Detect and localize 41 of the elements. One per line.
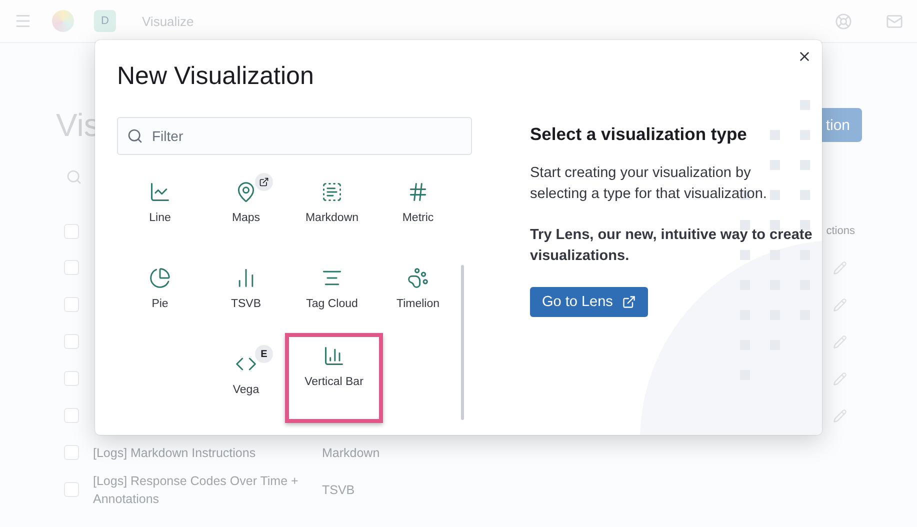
logo-icon[interactable] — [52, 10, 74, 32]
scrollbar[interactable] — [461, 265, 464, 420]
table-cell: Markdown — [322, 446, 380, 460]
checkbox[interactable] — [64, 297, 79, 312]
column-chart-icon — [323, 345, 345, 367]
checkbox[interactable] — [64, 408, 79, 423]
pencil-icon[interactable] — [833, 334, 847, 348]
map-pin-icon — [235, 181, 257, 203]
close-icon — [797, 49, 812, 64]
checkbox[interactable] — [64, 224, 79, 238]
text-frame-icon — [321, 181, 343, 203]
type-badge: E — [255, 345, 273, 363]
column-header: ctions — [826, 225, 855, 237]
pie-chart-icon — [149, 267, 171, 289]
filter-field[interactable]: Filter — [117, 117, 472, 155]
modal-title: New Visualization — [117, 62, 315, 91]
menu-icon[interactable] — [14, 12, 32, 30]
go-to-lens-button[interactable]: Go to Lens — [530, 287, 648, 317]
checkbox[interactable] — [64, 371, 79, 386]
search-icon — [127, 128, 143, 144]
mail-icon[interactable] — [886, 12, 903, 30]
pencil-icon[interactable] — [833, 298, 847, 312]
pencil-icon[interactable] — [833, 372, 847, 386]
external-link-badge — [255, 173, 273, 191]
lens-promo-text: Try Lens, our new, intuitive way to create visualizations. — [530, 226, 814, 266]
pencil-icon[interactable] — [833, 260, 847, 274]
checkbox[interactable] — [64, 445, 79, 460]
external-link-icon — [622, 295, 636, 309]
table-cell: TSVB — [322, 482, 355, 496]
pencil-icon[interactable] — [833, 408, 847, 422]
paw-icon — [407, 267, 429, 289]
help-icon[interactable] — [835, 12, 852, 30]
checkbox[interactable] — [64, 482, 79, 497]
visualization-type-tile[interactable]: Vertical Bar — [285, 333, 383, 423]
checkbox[interactable] — [64, 260, 79, 275]
info-text: Start creating your visualization by selecting a type for that visualization. — [530, 164, 768, 204]
checkbox[interactable] — [64, 334, 79, 349]
search-icon — [66, 169, 82, 185]
hash-icon — [407, 181, 429, 203]
info-heading: Select a visualization type — [530, 124, 748, 145]
line-chart-icon — [149, 181, 171, 203]
